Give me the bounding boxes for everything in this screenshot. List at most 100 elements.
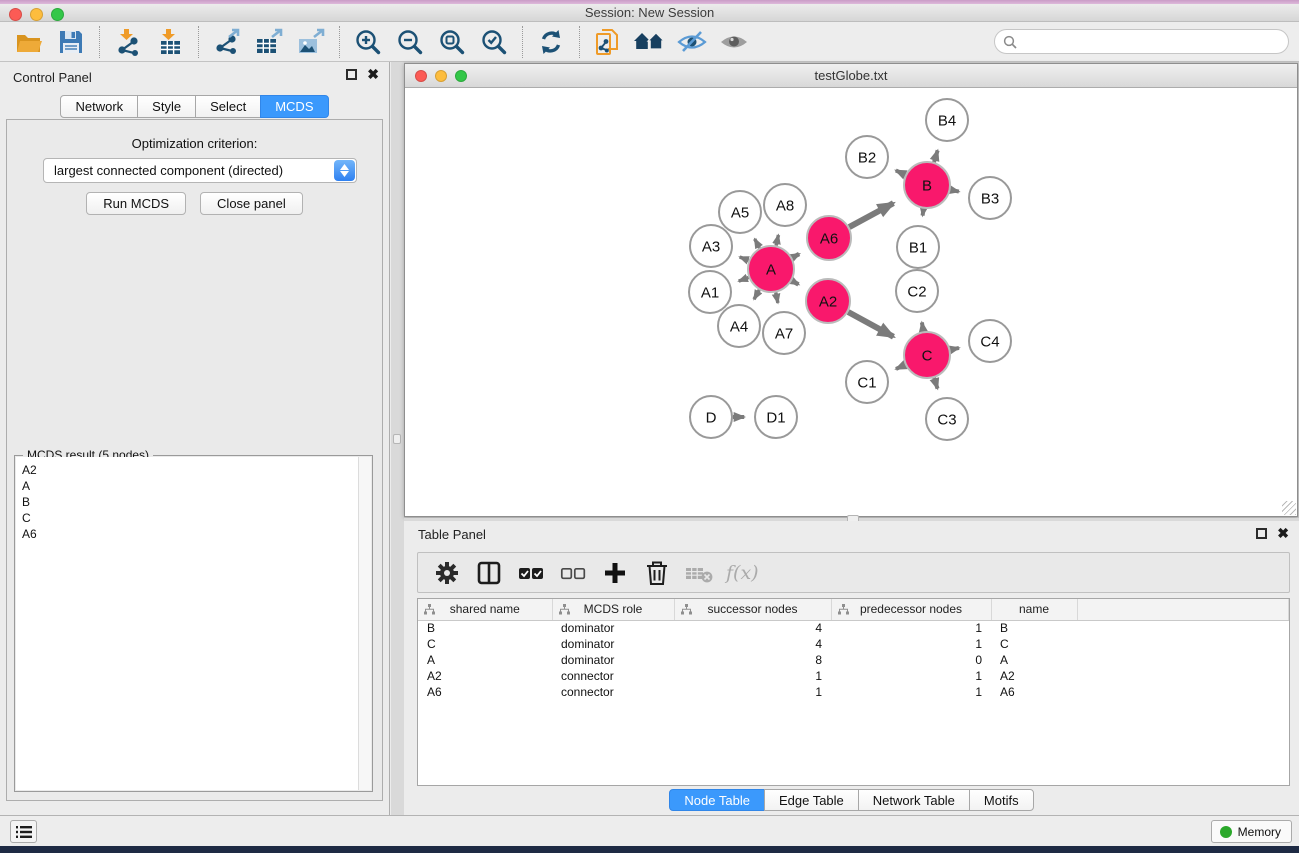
edge-C-C4[interactable] <box>950 348 959 350</box>
export-image-button[interactable] <box>290 25 332 59</box>
table-cell[interactable]: 4 <box>674 636 831 652</box>
zoom-fit-button[interactable] <box>431 25 473 59</box>
network-document-button[interactable] <box>587 25 629 59</box>
edge-A-A1[interactable] <box>739 277 749 281</box>
column-header-shared-name[interactable]: shared name <box>418 599 552 620</box>
split-view-button[interactable] <box>472 557 506 589</box>
table-cell[interactable]: B <box>418 620 552 636</box>
column-header-predecessor-nodes[interactable]: predecessor nodes <box>831 599 991 620</box>
table-cell[interactable]: dominator <box>552 636 674 652</box>
export-table-button[interactable] <box>248 25 290 59</box>
hide-unselected-button[interactable] <box>671 25 713 59</box>
table-cell[interactable]: A6 <box>418 684 552 700</box>
edge-A-A8[interactable] <box>776 235 778 246</box>
table-cell[interactable]: 8 <box>674 652 831 668</box>
edge-C-C3[interactable] <box>934 378 937 389</box>
edge-B-B4[interactable] <box>934 150 938 162</box>
float-panel-icon[interactable] <box>346 69 357 80</box>
run-mcds-button[interactable]: Run MCDS <box>86 192 186 215</box>
divider-grip[interactable] <box>393 434 401 444</box>
close-panel-icon[interactable]: ✖ <box>367 69 379 80</box>
float-panel-icon[interactable] <box>1256 528 1267 539</box>
table-cell[interactable]: 1 <box>831 636 991 652</box>
import-network-button[interactable] <box>107 25 149 59</box>
zoom-out-button[interactable] <box>389 25 431 59</box>
table-cell[interactable]: 1 <box>674 668 831 684</box>
table-cell[interactable]: A <box>418 652 552 668</box>
table-row[interactable]: Adominator80A <box>418 652 1289 668</box>
network-canvas[interactable]: B4B2BB3B1A5A8A3A6AA1C2A2A4A7C4CC1C3DD1 <box>405 88 1297 516</box>
open-file-button[interactable] <box>8 25 50 59</box>
edge-B-B1[interactable] <box>923 209 924 216</box>
memory-button[interactable]: Memory <box>1211 820 1292 843</box>
column-header-name[interactable]: name <box>991 599 1077 620</box>
zoom-in-button[interactable] <box>347 25 389 59</box>
edge-C-C2[interactable] <box>922 322 923 331</box>
add-column-button[interactable] <box>598 557 632 589</box>
edge-A2-C[interactable] <box>848 312 893 337</box>
table-cell[interactable]: connector <box>552 668 674 684</box>
edge-A-A7[interactable] <box>776 293 778 303</box>
edge-A-A5[interactable] <box>755 239 760 248</box>
delete-column-button[interactable] <box>640 557 674 589</box>
result-list-item[interactable]: B <box>16 494 371 510</box>
export-network-button[interactable] <box>206 25 248 59</box>
tab-edge-table[interactable]: Edge Table <box>764 789 859 811</box>
table-row[interactable]: A2connector11A2 <box>418 668 1289 684</box>
edge-A-A4[interactable] <box>754 290 759 299</box>
edge-A-A2[interactable] <box>792 281 799 285</box>
optimization-criterion-select[interactable]: largest connected component (directed) <box>43 158 357 183</box>
table-settings-button[interactable] <box>430 557 464 589</box>
result-scrollbar[interactable] <box>358 457 371 790</box>
table-cell[interactable]: A6 <box>991 684 1077 700</box>
result-list-item[interactable]: C <box>16 510 371 526</box>
panel-split-divider[interactable] <box>391 62 404 815</box>
save-session-button[interactable] <box>50 25 92 59</box>
table-cell[interactable]: A2 <box>418 668 552 684</box>
edge-A-A6[interactable] <box>792 254 799 258</box>
close-panel-button[interactable]: Close panel <box>200 192 303 215</box>
result-list-item[interactable]: A2 <box>16 462 371 478</box>
close-panel-icon[interactable]: ✖ <box>1277 528 1289 539</box>
table-cell[interactable]: 1 <box>831 668 991 684</box>
table-cell[interactable]: C <box>991 636 1077 652</box>
table-cell[interactable]: 1 <box>674 684 831 700</box>
edge-A6-B[interactable] <box>849 203 893 227</box>
table-row[interactable]: A6connector11A6 <box>418 684 1289 700</box>
result-list-item[interactable]: A6 <box>16 526 371 542</box>
result-list-item[interactable]: A <box>16 478 371 494</box>
edge-C-C1[interactable] <box>896 365 905 369</box>
table-cell[interactable]: connector <box>552 684 674 700</box>
zoom-selected-button[interactable] <box>473 25 515 59</box>
table-cell[interactable]: 0 <box>831 652 991 668</box>
table-cell[interactable]: C <box>418 636 552 652</box>
tab-motifs[interactable]: Motifs <box>969 789 1034 811</box>
table-cell[interactable]: A2 <box>991 668 1077 684</box>
delete-table-button[interactable] <box>682 557 716 589</box>
edge-B-B2[interactable] <box>896 170 905 174</box>
edge-A-A3[interactable] <box>740 257 749 260</box>
column-header-successor-nodes[interactable]: successor nodes <box>674 599 831 620</box>
table-row[interactable]: Cdominator41C <box>418 636 1289 652</box>
table-cell[interactable]: B <box>991 620 1077 636</box>
deselect-all-button[interactable] <box>556 557 590 589</box>
column-header-MCDS-role[interactable]: MCDS role <box>552 599 674 620</box>
tab-select[interactable]: Select <box>195 95 261 118</box>
tab-style[interactable]: Style <box>137 95 196 118</box>
show-all-button[interactable] <box>713 25 755 59</box>
import-table-button[interactable] <box>149 25 191 59</box>
refresh-button[interactable] <box>530 25 572 59</box>
table-cell[interactable]: 1 <box>831 684 991 700</box>
tab-network-table[interactable]: Network Table <box>858 789 970 811</box>
table-cell[interactable]: dominator <box>552 652 674 668</box>
table-row[interactable]: Bdominator41B <box>418 620 1289 636</box>
table-cell[interactable]: dominator <box>552 620 674 636</box>
network-graph[interactable]: B4B2BB3B1A5A8A3A6AA1C2A2A4A7C4CC1C3DD1 <box>405 88 1297 516</box>
window-resize-grip[interactable] <box>1282 501 1296 515</box>
table-cell[interactable]: A <box>991 652 1077 668</box>
function-builder-button[interactable]: f(x) <box>724 562 759 584</box>
network-window-titlebar[interactable]: testGlobe.txt <box>405 64 1297 88</box>
edge-B-B3[interactable] <box>951 190 959 192</box>
tab-node-table[interactable]: Node Table <box>669 789 765 811</box>
search-input[interactable] <box>994 29 1289 54</box>
